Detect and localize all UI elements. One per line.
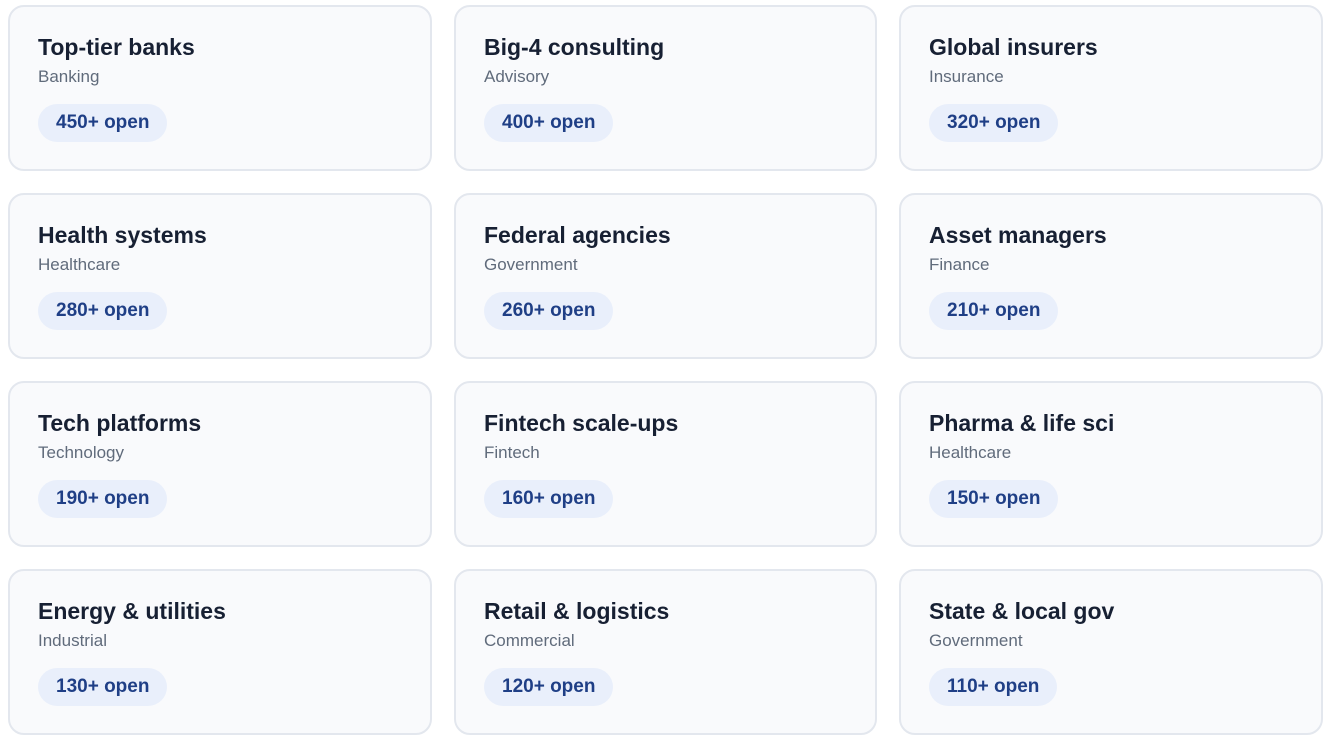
openings-badge: 320+ open (929, 104, 1059, 142)
employer-card[interactable]: Federal agencies Government 260+ open (454, 193, 877, 359)
card-title: Tech platforms (38, 410, 202, 436)
card-category: Government (929, 631, 1023, 650)
card-category: Finance (929, 255, 990, 274)
employer-card[interactable]: Global insurers Insurance 320+ open (899, 5, 1323, 171)
openings-badge: 190+ open (38, 480, 168, 518)
employer-card[interactable]: State & local gov Government 110+ open (899, 569, 1323, 735)
openings-badge: 150+ open (929, 480, 1059, 518)
card-category: Commercial (484, 631, 575, 650)
card-title: Retail & logistics (484, 598, 670, 624)
card-category: Technology (38, 443, 125, 462)
card-category: Advisory (484, 67, 550, 86)
card-category: Healthcare (929, 443, 1012, 462)
card-title: Federal agencies (484, 222, 671, 248)
employer-card[interactable]: Top-tier banks Banking 450+ open (8, 5, 432, 171)
card-category: Insurance (929, 67, 1004, 86)
card-title: Top-tier banks (38, 34, 195, 60)
card-category: Banking (38, 67, 100, 86)
card-title: Global insurers (929, 34, 1098, 60)
card-title: Pharma & life sci (929, 410, 1115, 436)
employer-card[interactable]: Retail & logistics Commercial 120+ open (454, 569, 877, 735)
card-category: Government (484, 255, 578, 274)
openings-badge: 260+ open (484, 292, 614, 330)
card-category: Fintech (484, 443, 540, 462)
employer-card[interactable]: Energy & utilities Industrial 130+ open (8, 569, 432, 735)
employer-card[interactable]: Health systems Healthcare 280+ open (8, 193, 432, 359)
card-title: State & local gov (929, 598, 1115, 624)
openings-badge: 210+ open (929, 292, 1059, 330)
employer-card[interactable]: Tech platforms Technology 190+ open (8, 381, 432, 547)
openings-badge: 130+ open (38, 668, 168, 706)
openings-badge: 110+ open (929, 668, 1058, 706)
openings-badge: 120+ open (484, 668, 614, 706)
employer-category-grid: Top-tier banks Banking 450+ open Big-4 c… (8, 5, 1323, 735)
openings-badge: 280+ open (38, 292, 168, 330)
openings-badge: 450+ open (38, 104, 168, 142)
employer-card[interactable]: Fintech scale-ups Fintech 160+ open (454, 381, 877, 547)
employer-card[interactable]: Asset managers Finance 210+ open (899, 193, 1323, 359)
card-title: Energy & utilities (38, 598, 226, 624)
card-title: Health systems (38, 222, 207, 248)
card-category: Healthcare (38, 255, 121, 274)
employer-card[interactable]: Pharma & life sci Healthcare 150+ open (899, 381, 1323, 547)
openings-badge: 400+ open (484, 104, 614, 142)
card-title: Asset managers (929, 222, 1107, 248)
employer-card[interactable]: Big-4 consulting Advisory 400+ open (454, 5, 877, 171)
card-category: Industrial (38, 631, 107, 650)
card-title: Fintech scale-ups (484, 410, 679, 436)
card-title: Big-4 consulting (484, 34, 665, 60)
openings-badge: 160+ open (484, 480, 614, 518)
